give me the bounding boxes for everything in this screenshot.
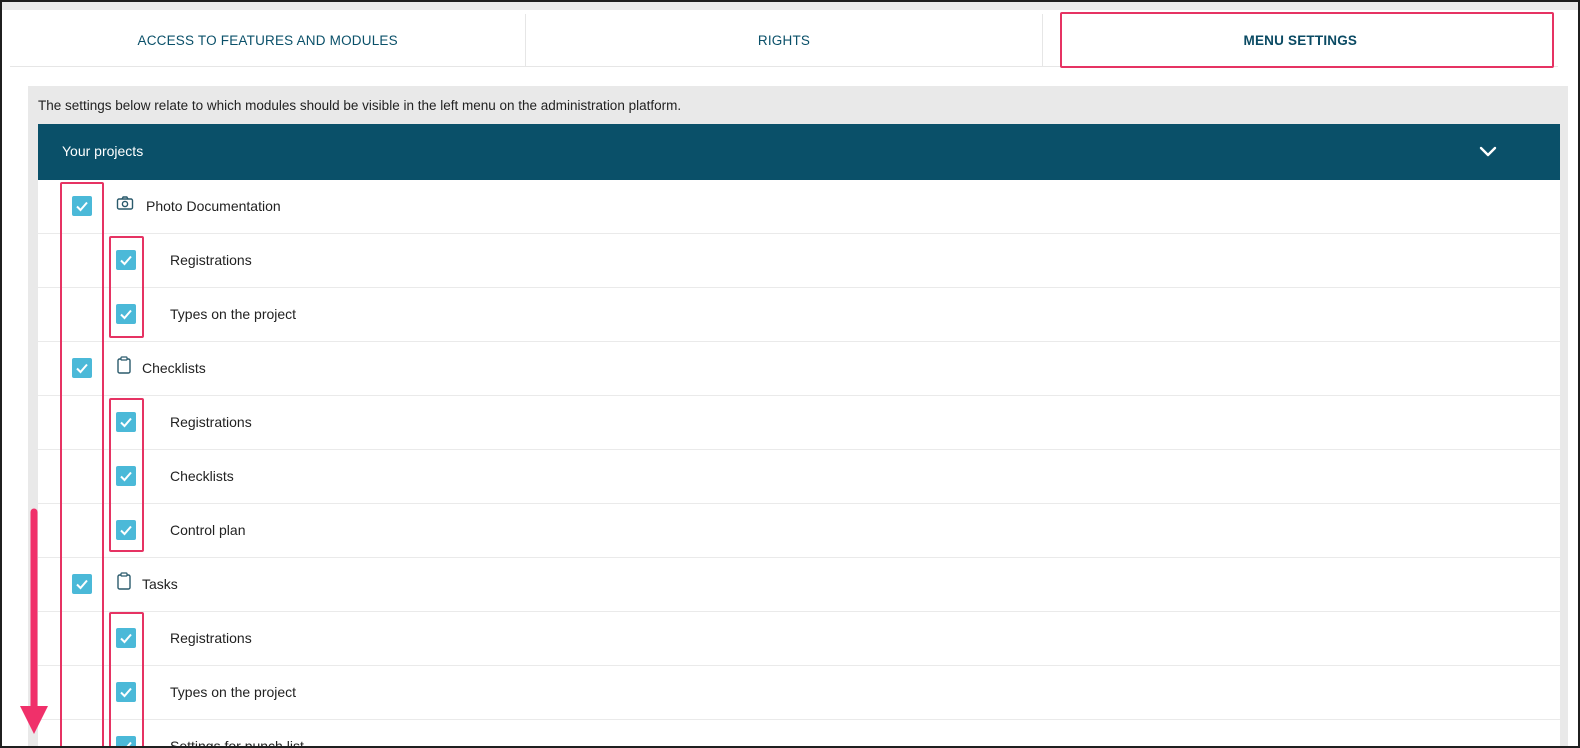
list-item: Registrations — [38, 396, 1560, 450]
scroll-down-arrow-icon — [20, 508, 48, 734]
list-item: Control plan — [38, 504, 1560, 558]
tab-rights[interactable]: RIGHTS — [525, 14, 1041, 66]
section-header-your-projects[interactable]: Your projects — [38, 124, 1560, 180]
item-label: Photo Documentation — [146, 198, 281, 214]
list-item: Registrations — [38, 612, 1560, 666]
tab-bar: ACCESS TO FEATURES AND MODULES RIGHTS ME… — [10, 14, 1558, 67]
item-label: Tasks — [142, 576, 178, 592]
tab-menu-settings[interactable]: MENU SETTINGS — [1041, 14, 1558, 66]
menu-items-list: Photo Documentation Registrations Types … — [38, 180, 1560, 748]
checkbox-checklists[interactable] — [72, 358, 92, 378]
item-label: Control plan — [170, 522, 246, 538]
list-item: Tasks — [38, 558, 1560, 612]
clipboard-icon — [116, 356, 134, 376]
list-item: Registrations — [38, 234, 1560, 288]
checkbox-photo-documentation[interactable] — [72, 196, 92, 216]
item-label: Registrations — [170, 252, 252, 268]
checkbox-registrations[interactable] — [116, 628, 136, 648]
checkbox-tasks[interactable] — [72, 574, 92, 594]
checkbox-checklists-sub[interactable] — [116, 466, 136, 486]
chevron-down-icon[interactable] — [1478, 142, 1498, 162]
checkbox-control-plan[interactable] — [116, 520, 136, 540]
checkbox-types-on-project[interactable] — [116, 682, 136, 702]
item-label: Registrations — [170, 630, 252, 646]
tab-access-features[interactable]: ACCESS TO FEATURES AND MODULES — [10, 14, 525, 66]
item-label: Types on the project — [170, 306, 297, 322]
item-label: Registrations — [170, 414, 252, 430]
list-item: Settings for punch list — [38, 720, 1560, 748]
list-item: Photo Documentation — [38, 180, 1560, 234]
list-item: Checklists — [38, 342, 1560, 396]
list-item: Types on the project — [38, 288, 1560, 342]
item-label: Settings for punch list — [170, 738, 304, 748]
list-item: Types on the project — [38, 666, 1560, 720]
list-item: Checklists — [38, 450, 1560, 504]
window: ACCESS TO FEATURES AND MODULES RIGHTS ME… — [0, 0, 1580, 748]
camera-icon — [116, 194, 134, 214]
item-label: Types on the project — [170, 684, 297, 700]
clipboard-icon — [116, 572, 134, 592]
item-label: Checklists — [170, 468, 234, 484]
checkbox-settings-punch-list[interactable] — [116, 736, 136, 746]
settings-panel: The settings below relate to which modul… — [28, 86, 1568, 748]
checkbox-registrations[interactable] — [116, 250, 136, 270]
top-strip — [2, 2, 1578, 10]
checkbox-types-on-project[interactable] — [116, 304, 136, 324]
item-label: Checklists — [142, 360, 206, 376]
checkbox-registrations[interactable] — [116, 412, 136, 432]
settings-description: The settings below relate to which modul… — [38, 98, 682, 113]
section-title: Your projects — [62, 143, 144, 159]
